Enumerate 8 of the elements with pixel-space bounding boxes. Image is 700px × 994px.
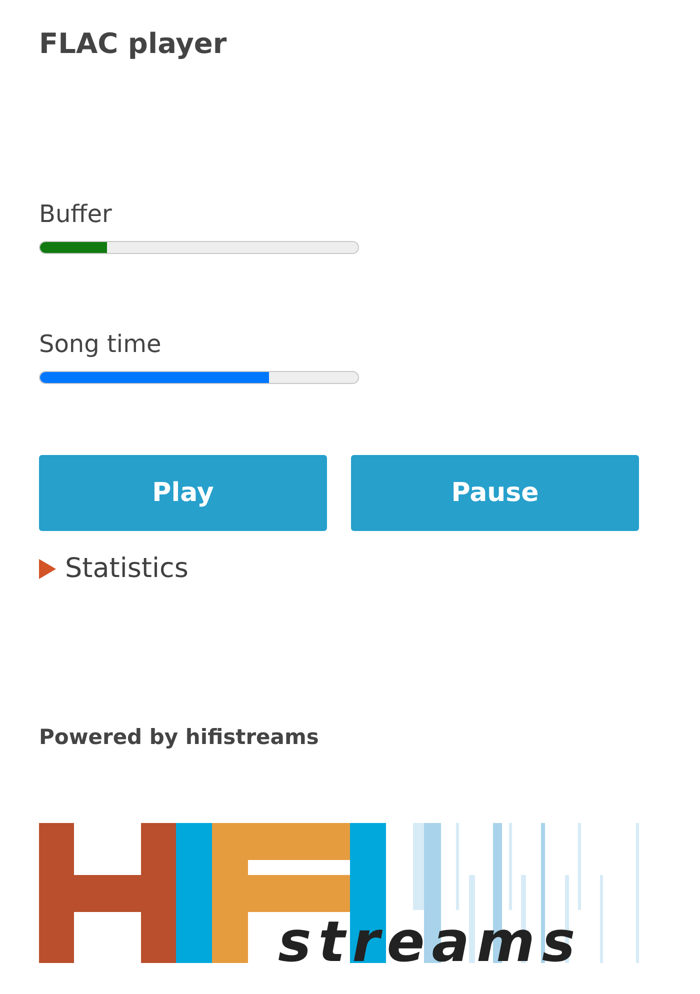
footer-heading: Powered by hifistreams — [39, 724, 319, 751]
player-button[interactable]: Pause — [351, 455, 639, 531]
meter-label: Buffer — [39, 199, 112, 229]
player-button[interactable]: Play — [39, 455, 327, 531]
meter-label: Song time — [39, 329, 162, 359]
triangle-right-icon — [39, 559, 56, 579]
page-title: FLAC player — [39, 26, 227, 62]
statistics-toggle[interactable]: Statistics — [39, 553, 188, 585]
